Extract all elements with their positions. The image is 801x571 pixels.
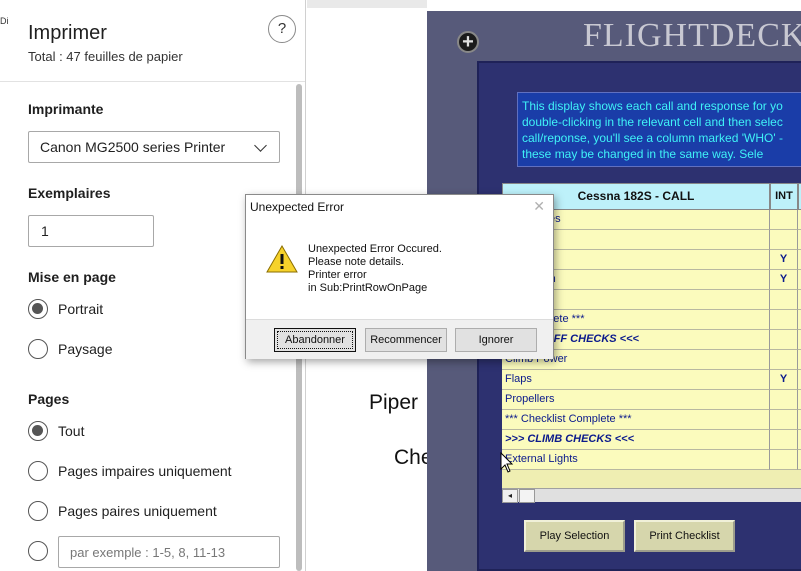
print-header: Di Imprimer Total : 47 feuilles de papie… [0, 0, 305, 82]
info-line: double-clicking in the relevant cell and… [522, 115, 783, 129]
abort-button[interactable]: Abandonner [274, 328, 356, 352]
int-cell[interactable] [770, 430, 798, 450]
clipped-text-fragment: Di [0, 16, 9, 26]
int-cell[interactable] [770, 390, 798, 410]
radio-checked-icon [28, 421, 48, 441]
retry-button[interactable]: Recommencer [365, 328, 447, 352]
pages-option-label: Pages paires uniquement [58, 503, 217, 519]
error-message-line: Unexpected Error Occured. [308, 243, 442, 255]
int-cell[interactable]: Y [770, 370, 798, 390]
int-cell[interactable] [770, 350, 798, 370]
dialog-footer: Abandonner Recommencer Ignorer [246, 319, 553, 359]
copies-label: Exemplaires [28, 185, 111, 201]
table-row[interactable]: *** Checklist Complete *** [502, 410, 801, 430]
int-cell[interactable] [770, 210, 798, 230]
error-message-line: in Sub:PrintRowOnPage [308, 282, 428, 294]
column-header-int[interactable]: INT [770, 183, 798, 210]
info-box: This display shows each call and respons… [517, 92, 801, 167]
call-cell[interactable]: >>> CLIMB CHECKS <<< [502, 430, 770, 450]
sheet-total: Total : 47 feuilles de papier [28, 49, 183, 64]
close-icon[interactable]: ✕ [533, 198, 545, 215]
dialog-title: Unexpected Error [250, 200, 345, 214]
call-cell[interactable]: *** Checklist Complete *** [502, 410, 770, 430]
printer-select[interactable]: Canon MG2500 series Printer [28, 131, 280, 163]
int-cell[interactable] [770, 410, 798, 430]
info-line: This display shows each call and respons… [522, 99, 783, 113]
int-cell[interactable] [770, 230, 798, 250]
error-message-line: Please note details. [308, 256, 405, 268]
int-cell[interactable] [770, 310, 798, 330]
pages-label: Pages [28, 391, 70, 407]
print-checklist-button[interactable]: Print Checklist [634, 520, 735, 552]
preview-text: Piper [369, 391, 419, 414]
info-line: these may be changed in the same way. Se… [522, 147, 764, 161]
table-row[interactable]: Propellers [502, 390, 801, 410]
table-horizontal-scrollbar[interactable]: ◂ [502, 488, 801, 503]
call-cell[interactable]: Propellers [502, 390, 770, 410]
plus-icon[interactable]: + [457, 31, 479, 53]
dialog-titlebar: Unexpected Error ✕ [246, 195, 553, 219]
error-message-line: Printer error [308, 269, 367, 281]
pages-option-label: Pages impaires uniquement [58, 463, 232, 479]
layout-option-label: Paysage [58, 341, 113, 357]
help-button[interactable]: ? [268, 15, 296, 43]
call-cell[interactable]: External Lights [502, 450, 770, 470]
call-cell[interactable]: Flaps [502, 370, 770, 390]
custom-pages-input[interactable]: par exemple : 1-5, 8, 11-13 [58, 536, 280, 568]
pages-option-label: Tout [58, 423, 85, 439]
radio-checked-icon [28, 299, 48, 319]
layout-label: Mise en page [28, 269, 116, 285]
chevron-down-icon [254, 139, 267, 152]
ignore-button[interactable]: Ignorer [455, 328, 537, 352]
printer-label: Imprimante [28, 101, 104, 117]
int-cell[interactable] [770, 450, 798, 470]
scroll-left-icon[interactable]: ◂ [502, 489, 518, 503]
warning-icon [266, 245, 298, 273]
layout-option-label: Portrait [58, 301, 104, 317]
table-row[interactable]: >>> CLIMB CHECKS <<< [502, 430, 801, 450]
int-cell[interactable] [770, 330, 798, 350]
radio-unchecked-icon [28, 461, 48, 481]
int-cell[interactable] [770, 290, 798, 310]
table-row[interactable]: Flaps Y [502, 370, 801, 390]
radio-unchecked-icon [28, 339, 48, 359]
error-dialog: Unexpected Error ✕ Unexpected Error Occu… [245, 194, 554, 359]
copies-input[interactable]: 1 [28, 215, 154, 247]
scroll-thumb[interactable] [519, 489, 535, 503]
flightdeck-title: FLIGHTDECK [583, 17, 801, 54]
int-cell[interactable]: Y [770, 270, 798, 290]
play-selection-button[interactable]: Play Selection [524, 520, 625, 552]
info-line: call/reponse, you'll see a column marked… [522, 131, 783, 145]
print-title: Imprimer [28, 22, 107, 44]
table-row[interactable]: External Lights [502, 450, 801, 470]
int-cell[interactable]: Y [770, 250, 798, 270]
printer-select-value: Canon MG2500 series Printer [40, 139, 226, 155]
mouse-cursor-icon [500, 452, 514, 473]
radio-unchecked-icon [28, 541, 48, 561]
radio-unchecked-icon [28, 501, 48, 521]
